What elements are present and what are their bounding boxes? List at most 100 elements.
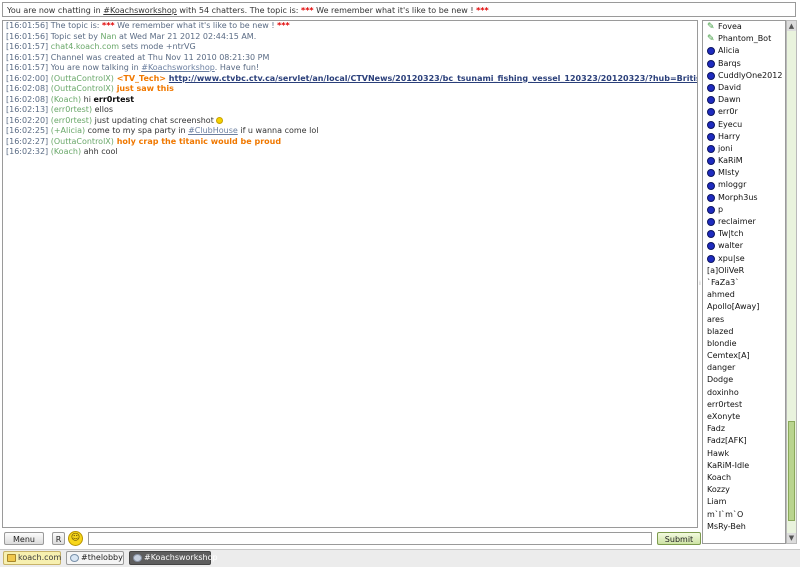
nick-label[interactable]: (err0rtest) xyxy=(48,105,92,114)
nick-label[interactable]: (Koach) xyxy=(48,95,81,104)
user-name: CuddlyOne2012 xyxy=(718,70,783,80)
user-name: danger xyxy=(707,363,736,373)
user-name: ahmed xyxy=(707,290,735,300)
user-list-item[interactable]: KaRiM-Idle xyxy=(703,460,785,472)
operator-dot-icon xyxy=(707,218,715,227)
user-list-item[interactable]: doxinho xyxy=(703,387,785,399)
user-list-item[interactable]: Dodge xyxy=(703,374,785,386)
user-list-item[interactable]: reclaimer xyxy=(703,216,785,228)
user-list-item[interactable]: Fadz xyxy=(703,423,785,435)
operator-dot-icon xyxy=(707,169,715,178)
operator-dot-icon xyxy=(707,157,715,166)
channel-link[interactable]: #Koachsworkshop xyxy=(141,63,215,72)
user-name: blazed xyxy=(707,326,734,336)
message-timestamp: [16:02:13] xyxy=(6,105,49,114)
user-list-item[interactable]: err0r xyxy=(703,106,785,118)
user-list-item[interactable]: Liam xyxy=(703,496,785,508)
nick-label[interactable]: (OuttaControlX) xyxy=(48,137,114,146)
topic-bar: You are now chatting in #Koachsworkshop … xyxy=(2,2,796,17)
user-list-item[interactable]: MsRy-Beh xyxy=(703,521,785,533)
user-list-item[interactable]: p xyxy=(703,204,785,216)
user-list-item[interactable]: Hawk xyxy=(703,448,785,460)
user-list-item[interactable]: Barqs xyxy=(703,58,785,70)
user-list-item[interactable]: err0rtest xyxy=(703,399,785,411)
user-list-item[interactable]: Fadz[AFK] xyxy=(703,435,785,447)
operator-dot-icon xyxy=(707,193,715,202)
channel-link[interactable]: #ClubHouse xyxy=(188,126,238,135)
user-list-item[interactable]: Koach xyxy=(703,472,785,484)
user-list-item[interactable]: Tw|tch xyxy=(703,228,785,240)
user-list-item[interactable]: walter xyxy=(703,240,785,252)
operator-dot-icon xyxy=(707,132,715,141)
user-list-item[interactable]: mloggr xyxy=(703,179,785,191)
user-list-item[interactable]: Morph3us xyxy=(703,192,785,204)
tab-koachsworkshop[interactable]: #Koachsworkshop xyxy=(129,551,218,565)
input-row: Menu R ☺ Submit xyxy=(2,531,702,546)
message-text: The topic is: xyxy=(48,21,103,30)
user-list-item[interactable]: ✎ Fovea xyxy=(703,21,785,33)
user-list-item[interactable]: KaRiM xyxy=(703,155,785,167)
nick-label[interactable]: (OuttaControlX) xyxy=(48,84,114,93)
topic-text: We remember what it's like to be new ! xyxy=(313,6,477,15)
user-list-item[interactable]: eXonyte xyxy=(703,411,785,423)
user-list-item[interactable]: Alicia xyxy=(703,45,785,57)
user-name: Dodge xyxy=(707,375,734,385)
user-list-item[interactable]: ahmed xyxy=(703,289,785,301)
bot-wrench-icon: ✎ xyxy=(707,22,715,33)
operator-dot-icon xyxy=(707,230,715,239)
chat-message: [16:01:56] The topic is: *** We remember… xyxy=(3,21,697,32)
tab-thelobby[interactable]: #thelobby xyxy=(66,551,124,565)
nick-label[interactable]: (err0rtest) xyxy=(48,116,92,125)
smiley-button-icon[interactable]: ☺ xyxy=(68,531,83,546)
user-list-item[interactable]: Kozzy xyxy=(703,484,785,496)
user-list-item[interactable]: m`I`m`O xyxy=(703,509,785,521)
user-list-item[interactable]: MIsty xyxy=(703,167,785,179)
user-list-item[interactable]: ✎ Phantom_Bot xyxy=(703,33,785,45)
message-timestamp: [16:01:56] xyxy=(6,21,49,30)
menu-button[interactable]: Menu xyxy=(4,532,44,545)
user-list-item[interactable]: Apollo[Away] xyxy=(703,301,785,313)
user-list-item[interactable]: Harry xyxy=(703,131,785,143)
user-name: [a]OliVeR xyxy=(707,265,745,275)
user-list-item[interactable]: [a]OliVeR xyxy=(703,265,785,277)
operator-dot-icon xyxy=(707,108,715,117)
user-list-item[interactable]: blazed xyxy=(703,326,785,338)
chat-message: [16:02:08] (OuttaControlX) just saw this xyxy=(3,84,697,95)
user-list-item[interactable]: Dawn xyxy=(703,94,785,106)
operator-dot-icon xyxy=(707,59,715,68)
nick-label[interactable]: chat4.koach.com xyxy=(51,42,119,51)
user-list-item[interactable]: David xyxy=(703,82,785,94)
scroll-down-arrow-icon[interactable]: ▼ xyxy=(787,533,796,543)
user-list[interactable]: ✎ Fovea ✎ Phantom_Bot Alicia Barqs CuddlyOne20… xyxy=(702,20,786,544)
message-link[interactable]: http://www.ctvbc.ctv.ca/servlet/an/local… xyxy=(169,74,697,83)
submit-button[interactable]: Submit xyxy=(657,532,701,545)
nick-label[interactable]: (+Alicia) xyxy=(48,126,85,135)
nick-label[interactable]: Nan xyxy=(101,32,117,41)
user-name: m`I`m`O xyxy=(707,509,744,519)
message-input[interactable] xyxy=(88,532,652,545)
nick-label[interactable]: (OuttaControlX) xyxy=(48,74,114,83)
user-list-item[interactable]: blondie xyxy=(703,338,785,350)
topic-channel-link[interactable]: #Koachsworkshop xyxy=(103,6,177,15)
chat-message: [16:01:57] chat4.koach.com sets mode +nt… xyxy=(3,42,697,53)
user-list-item[interactable]: danger xyxy=(703,362,785,374)
tab-koach-com[interactable]: koach.com xyxy=(3,551,61,565)
r-button[interactable]: R xyxy=(52,532,65,545)
user-list-item[interactable]: joni xyxy=(703,143,785,155)
chat-log[interactable]: [16:01:56] The topic is: *** We remember… xyxy=(2,20,698,528)
user-list-item[interactable]: ares xyxy=(703,314,785,326)
chat-bubble-icon xyxy=(70,554,79,562)
user-list-item[interactable]: Cemtex[A] xyxy=(703,350,785,362)
operator-dot-icon xyxy=(707,84,715,93)
user-list-scrollbar[interactable]: ▲ ▼ xyxy=(786,20,797,544)
user-list-item[interactable]: xpu|se xyxy=(703,253,785,265)
nick-label[interactable]: (Koach) xyxy=(48,147,81,156)
user-list-item[interactable]: `FaZa3` xyxy=(703,277,785,289)
scroll-up-arrow-icon[interactable]: ▲ xyxy=(787,21,796,31)
message-text: You are now talking in xyxy=(48,63,142,72)
message-timestamp: [16:01:56] xyxy=(6,31,49,41)
scrollbar-thumb[interactable] xyxy=(788,421,795,521)
message-text: Channel was created at Thu Nov 11 2010 0… xyxy=(48,52,270,62)
user-list-item[interactable]: Eyecu xyxy=(703,119,785,131)
user-list-item[interactable]: CuddlyOne2012 xyxy=(703,70,785,82)
